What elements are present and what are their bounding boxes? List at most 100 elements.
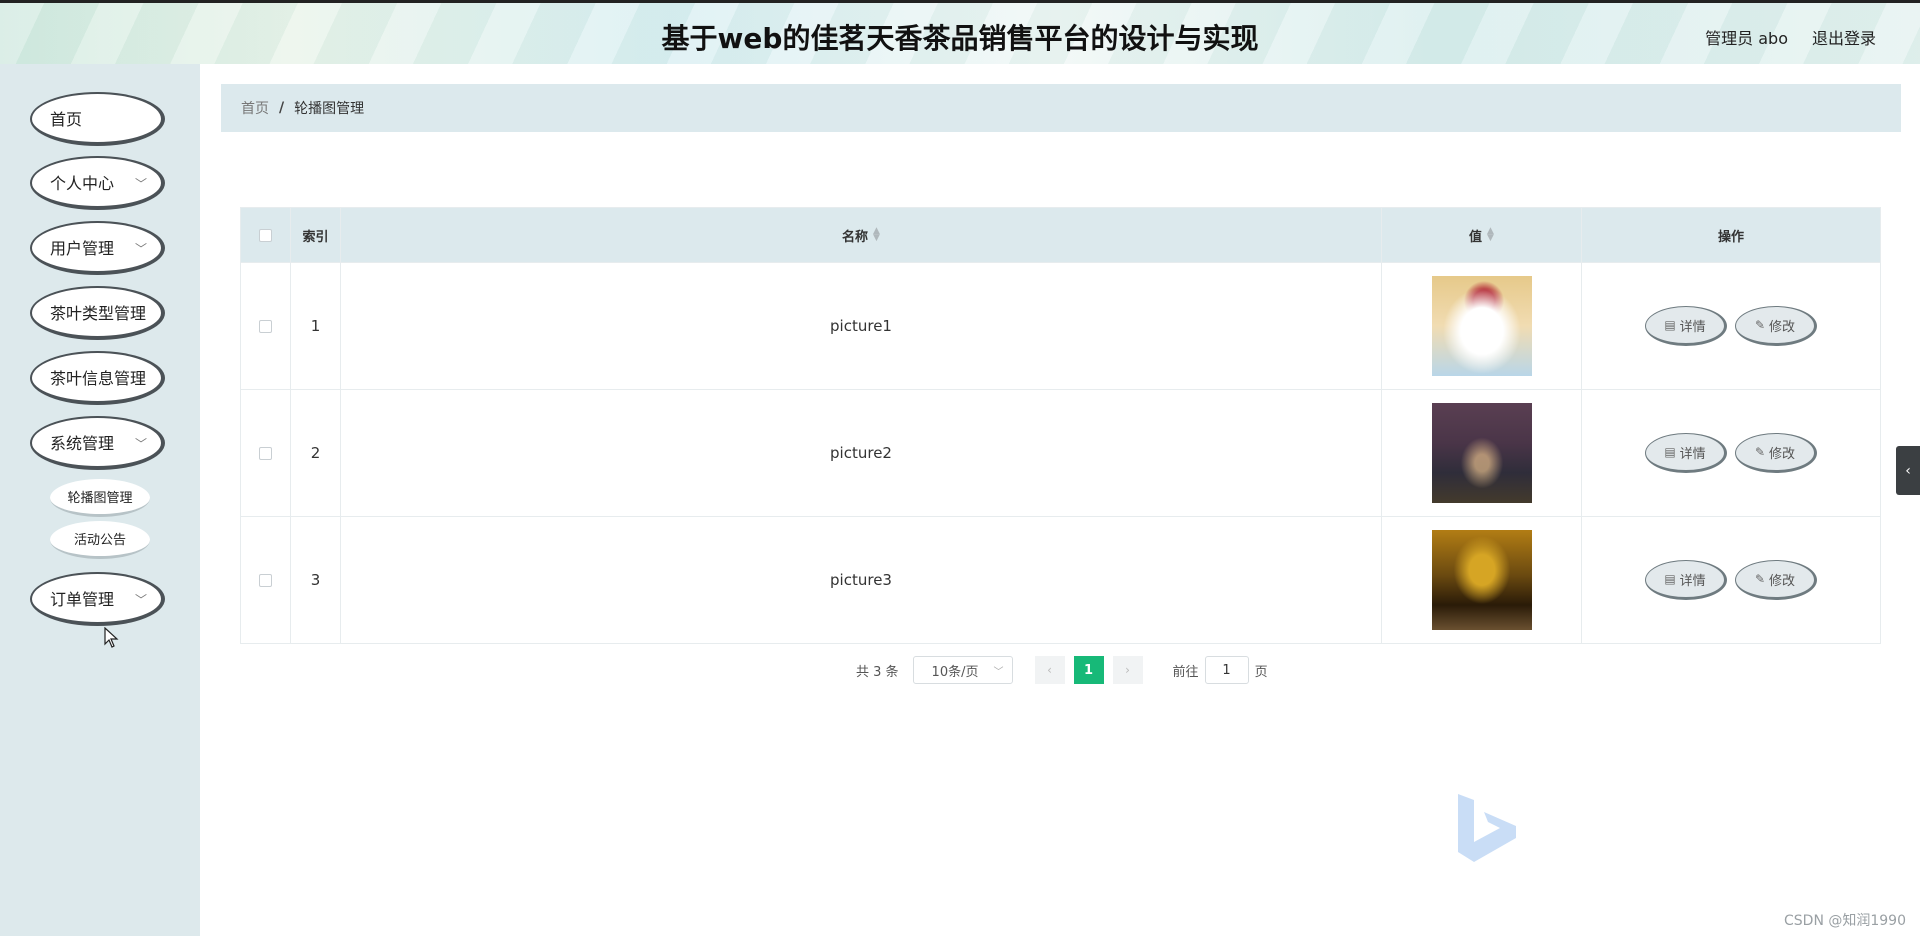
sidebar-item-label: 用户管理 (50, 239, 115, 258)
sidebar-item-order-management[interactable]: 订单管理 ﹀ (30, 572, 165, 626)
sidebar-item-user-management[interactable]: 用户管理 ﹀ (30, 221, 165, 275)
next-page-button[interactable]: › (1112, 656, 1143, 684)
chevron-down-icon: ﹀ (134, 177, 147, 191)
detail-button[interactable]: ▤ 详情 (1645, 306, 1727, 346)
chevron-down-icon: ﹀ (134, 242, 147, 256)
sidebar-item-label: 茶叶信息管理 (50, 369, 147, 388)
carousel-thumbnail[interactable] (1431, 403, 1532, 503)
table-row: 1 picture1 ▤ 详情 ✎ 修改 (241, 262, 1880, 389)
sidebar: 首页 个人中心 ﹀ 用户管理 ﹀ 茶叶类型管理 茶叶信息管理 系统管理 ﹀ 轮播… (0, 64, 200, 936)
row-name: picture3 (341, 517, 1382, 643)
row-checkbox[interactable] (259, 573, 272, 587)
carousel-thumbnail[interactable] (1431, 530, 1532, 630)
chevron-right-icon: › (1125, 663, 1130, 677)
row-actions: ▤ 详情 ✎ 修改 (1582, 263, 1880, 389)
pencil-icon: ✎ (1754, 445, 1766, 459)
sidebar-item-tea-type-management[interactable]: 茶叶类型管理 (30, 286, 165, 340)
chevron-down-icon: ﹀ (134, 593, 147, 607)
sort-icon[interactable]: ▲ ▼ (1487, 227, 1494, 243)
edit-button-label: 修改 (1769, 319, 1796, 335)
page-number-current[interactable]: 1 (1073, 656, 1104, 684)
sidebar-subitem-label: 活动公告 (73, 533, 126, 548)
sidebar-item-label: 茶叶类型管理 (50, 304, 147, 323)
goto-page-input[interactable]: 1 (1204, 656, 1249, 684)
carousel-thumbnail[interactable] (1431, 276, 1532, 376)
table-row: 2 picture2 ▤ 详情 ✎ 修改 (241, 389, 1880, 516)
sidebar-item-label: 个人中心 (50, 174, 115, 193)
edit-button[interactable]: ✎ 修改 (1735, 560, 1817, 600)
row-checkbox[interactable] (259, 319, 272, 333)
page-size-value: 10条/页 (931, 664, 979, 680)
document-icon: ▤ (1664, 445, 1676, 459)
header-value[interactable]: 值 ▲ ▼ (1382, 208, 1582, 262)
sidebar-item-personal-center[interactable]: 个人中心 ﹀ (30, 156, 165, 210)
row-value (1382, 263, 1582, 389)
prev-page-button[interactable]: ‹ (1034, 656, 1065, 684)
table-header: 索引 名称 ▲ ▼ 值 ▲ ▼ 操作 (241, 208, 1880, 262)
edit-button[interactable]: ✎ 修改 (1735, 306, 1817, 346)
row-name: picture2 (341, 390, 1382, 516)
pagination-total: 共 3 条 (856, 664, 899, 680)
site-title: 基于web的佳茗天香茶品销售平台的设计与实现 (661, 22, 1259, 55)
watermark: CSDN @知润1990 (1784, 913, 1906, 929)
row-select-cell (241, 517, 291, 643)
detail-button-label: 详情 (1679, 573, 1706, 589)
breadcrumb-current: 轮播图管理 (294, 101, 365, 117)
bing-logo-icon (1458, 794, 1516, 862)
sidebar-item-label: 订单管理 (50, 590, 115, 609)
edit-button[interactable]: ✎ 修改 (1735, 433, 1817, 473)
edit-button-label: 修改 (1769, 573, 1796, 589)
edit-button-label: 修改 (1769, 446, 1796, 462)
chevron-left-icon: ‹ (1047, 663, 1052, 677)
detail-button-label: 详情 (1679, 446, 1706, 462)
top-bar: 基于web的佳茗天香茶品销售平台的设计与实现 管理员 abo 退出登录 (0, 0, 1920, 64)
header-name[interactable]: 名称 ▲ ▼ (341, 208, 1382, 262)
header-value-label: 值 (1469, 229, 1483, 245)
pencil-icon: ✎ (1754, 572, 1766, 586)
row-select-cell (241, 263, 291, 389)
row-index: 3 (291, 517, 341, 643)
detail-button[interactable]: ▤ 详情 (1645, 560, 1727, 600)
breadcrumb-home[interactable]: 首页 (241, 98, 269, 118)
goto-prefix: 前往 (1172, 664, 1199, 680)
sidebar-item-system-management[interactable]: 系统管理 ﹀ (30, 416, 165, 470)
row-index: 1 (291, 263, 341, 389)
chevron-down-icon: ﹀ (993, 667, 1004, 678)
breadcrumb-separator: / (279, 100, 285, 116)
sidebar-item-label: 首页 (50, 110, 83, 129)
pencil-icon: ✎ (1754, 318, 1766, 332)
detail-button[interactable]: ▤ 详情 (1645, 433, 1727, 473)
pagination: 共 3 条 10条/页 ﹀ ‹ 1 › 前往 1 页 (856, 656, 1268, 684)
header-index: 索引 (291, 208, 341, 262)
sidebar-item-label: 系统管理 (50, 434, 115, 453)
mouse-cursor-icon (104, 627, 119, 648)
chevron-down-icon: ﹀ (134, 437, 147, 451)
sidebar-item-home[interactable]: 首页 (30, 92, 165, 146)
sidebar-subitem-label: 轮播图管理 (67, 491, 133, 506)
row-value (1382, 517, 1582, 643)
sidebar-item-tea-info-management[interactable]: 茶叶信息管理 (30, 351, 165, 405)
sort-icon[interactable]: ▲ ▼ (873, 227, 880, 243)
row-actions: ▤ 详情 ✎ 修改 (1582, 390, 1880, 516)
page-size-select[interactable]: 10条/页 ﹀ (912, 656, 1013, 684)
collapse-panel-tab[interactable]: ‹ (1896, 446, 1920, 495)
detail-button-label: 详情 (1679, 319, 1706, 335)
row-value (1382, 390, 1582, 516)
chevron-left-icon: ‹ (1905, 462, 1911, 479)
main-content: 首页 / 轮播图管理 索引 名称 ▲▼ 值 ▲▼ 操作 1 picture1 (200, 64, 1920, 936)
carousel-table: 索引 名称 ▲ ▼ 值 ▲ ▼ 操作 1 picture1 ▤ 详情 ✎ 修改 2 (240, 207, 1881, 644)
header-actions: 操作 (1717, 229, 1744, 245)
row-select-cell (241, 390, 291, 516)
table-row: 3 picture3 ▤ 详情 ✎ 修改 (241, 516, 1880, 643)
goto-suffix: 页 (1254, 664, 1268, 680)
sidebar-subitem-announcements[interactable]: 活动公告 (50, 521, 150, 559)
logout-link[interactable]: 退出登录 (1812, 25, 1876, 49)
row-actions: ▤ 详情 ✎ 修改 (1582, 517, 1880, 643)
admin-user-label: 管理员 abo (1705, 29, 1788, 48)
document-icon: ▤ (1664, 318, 1676, 332)
header-name-label: 名称 (842, 229, 869, 245)
row-checkbox[interactable] (259, 446, 272, 460)
sidebar-subitem-carousel-management[interactable]: 轮播图管理 (50, 479, 150, 517)
document-icon: ▤ (1664, 572, 1676, 586)
select-all-checkbox[interactable] (259, 228, 272, 242)
